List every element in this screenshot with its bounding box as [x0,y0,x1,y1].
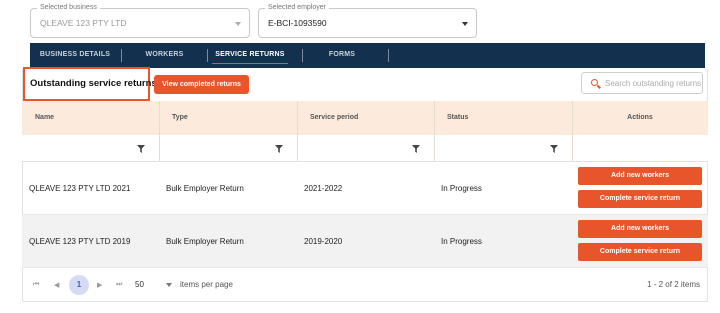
page-number-current[interactable]: 1 [69,275,89,295]
first-page-icon[interactable]: ⏮ [33,281,39,289]
column-divider [297,135,298,161]
chevron-down-icon[interactable] [166,283,172,287]
row-service-period: 2021-2022 [304,184,343,193]
table-header: Name Type Service period Status Actions [22,101,708,135]
nav-divider [121,49,122,62]
employer-select-value: E-BCI-1093590 [268,18,327,28]
add-new-workers-button[interactable]: Add new workers [578,167,702,185]
next-page-icon[interactable]: ▶ [97,281,102,289]
column-divider [572,135,573,161]
nav-divider [302,49,303,62]
column-divider [434,135,435,161]
employer-select-label: Selected employer [265,3,329,13]
filter-cell-status [434,135,572,161]
table-row: QLEAVE 123 PTY LTD 2021 Bulk Employer Re… [22,162,708,215]
filter-cell-type [159,135,297,161]
page-title: Outstanding service returns [30,78,157,89]
filter-row [22,135,708,162]
column-divider [297,101,298,135]
filter-icon[interactable] [137,145,145,153]
add-new-workers-button[interactable]: Add new workers [578,220,702,238]
chevron-down-icon [235,22,241,26]
chevron-down-icon [462,22,468,26]
business-select-label: Selected business [37,3,100,13]
row-name: QLEAVE 123 PTY LTD 2019 [29,237,131,246]
table-row: QLEAVE 123 PTY LTD 2019 Bulk Employer Re… [22,215,708,268]
filter-cell-name [22,135,159,161]
complete-service-return-button[interactable]: Complete service return [578,190,702,208]
section-nav: BUSINESS DETAILS WORKERS SERVICE RETURNS… [30,43,705,68]
row-type: Bulk Employer Return [166,184,244,193]
pagination-range: 1 - 2 of 2 items [647,280,700,289]
tab-business-details[interactable]: BUSINESS DETAILS [36,43,114,68]
tab-workers[interactable]: WORKERS [137,43,192,68]
pagination: ⏮ ◀ 1 ▶ ⏭ 50 items per page 1 - 2 of 2 i… [22,270,708,300]
row-status: In Progress [441,237,482,246]
page-size-select[interactable]: 50 [135,280,144,289]
column-header-actions: Actions [627,114,653,121]
column-header-type[interactable]: Type [159,101,297,135]
employer-select[interactable]: Selected employer E-BCI-1093590 [258,3,477,38]
row-status: In Progress [441,184,482,193]
last-page-icon[interactable]: ⏭ [116,281,122,289]
column-divider [159,135,160,161]
tab-service-returns[interactable]: SERVICE RETURNS [212,43,288,68]
row-type: Bulk Employer Return [166,237,244,246]
nav-divider [388,49,389,62]
previous-page-icon[interactable]: ◀ [54,281,59,289]
nav-divider [207,49,208,62]
row-name: QLEAVE 123 PTY LTD 2021 [29,184,131,193]
complete-service-return-button[interactable]: Complete service return [578,243,702,261]
row-service-period: 2019-2020 [304,237,343,246]
search-input[interactable] [605,76,701,91]
business-select[interactable]: Selected business QLEAVE 123 PTY LTD [30,3,250,38]
business-select-value: QLEAVE 123 PTY LTD [40,18,127,28]
column-header-status[interactable]: Status [434,101,572,135]
filter-icon[interactable] [412,145,420,153]
search-icon [591,79,598,86]
filter-icon[interactable] [275,145,283,153]
column-divider [159,101,160,135]
view-completed-returns-button[interactable]: View completed returns [154,75,249,94]
filter-cell-service-period [297,135,434,161]
page-size-label: items per page [180,280,233,289]
search-box [581,72,703,94]
column-divider [434,101,435,135]
column-header-service-period[interactable]: Service period [297,101,434,135]
tab-forms[interactable]: FORMS [322,43,362,68]
column-header-name[interactable]: Name [22,101,159,135]
filter-icon[interactable] [550,145,558,153]
column-divider [572,101,573,135]
